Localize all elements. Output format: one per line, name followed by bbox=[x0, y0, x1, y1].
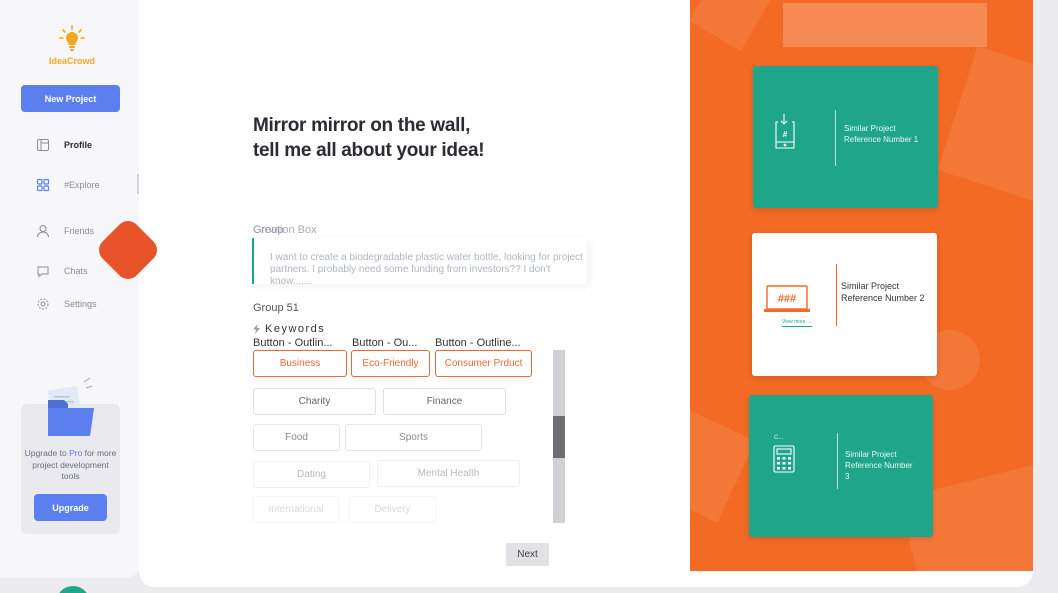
profile-icon bbox=[36, 138, 50, 152]
folder-icon bbox=[47, 378, 94, 436]
view-more-link[interactable]: View more → bbox=[782, 319, 812, 327]
sidebar-item-label: Profile bbox=[64, 140, 93, 150]
card-small-text: C... bbox=[774, 435, 784, 441]
sidebar-item-label: Friends bbox=[64, 226, 95, 236]
gear-icon bbox=[36, 297, 50, 311]
logo-text: IdeaCrowd bbox=[48, 56, 95, 66]
similar-project-card-1[interactable]: # Similar Project Reference Number 1 bbox=[753, 66, 938, 208]
decorative-green-circle bbox=[56, 586, 90, 593]
keyword-chip-delivery[interactable]: Delivery bbox=[349, 496, 436, 523]
idea-textarea[interactable]: I want to create a biodegradable plastic… bbox=[252, 238, 587, 284]
group-label: Group 51 bbox=[253, 302, 299, 314]
button-caption: Button - Ou... bbox=[352, 337, 418, 349]
keyword-chip-international[interactable]: International bbox=[253, 496, 339, 523]
lightbulb-icon bbox=[59, 25, 85, 51]
main-panel: Mirror mirror on the wall, tell me all a… bbox=[139, 0, 1033, 587]
sidebar: IdeaCrowd New Project Profile #Explore F… bbox=[0, 0, 140, 578]
similar-project-card-3[interactable]: C... Similar Project Reference Number 3 bbox=[749, 395, 933, 537]
sidebar-item-label: Chats bbox=[64, 266, 88, 276]
keyword-chip-dating[interactable]: Dating bbox=[253, 461, 370, 488]
sidebar-item-explore[interactable]: #Explore bbox=[36, 178, 100, 192]
grid-icon bbox=[36, 178, 50, 192]
keywords-scrollbar-thumb[interactable] bbox=[553, 416, 565, 458]
panel-top-bar bbox=[783, 3, 987, 47]
card-label: Similar Project Reference Number 3 bbox=[845, 450, 913, 481]
phone-hash-icon: # bbox=[775, 114, 795, 149]
sidebar-item-label: #Explore bbox=[64, 180, 100, 190]
button-caption: Button - Outlin... bbox=[253, 337, 333, 349]
calculator-icon bbox=[773, 445, 795, 473]
sidebar-item-label: Settings bbox=[64, 299, 97, 309]
upgrade-button[interactable]: Upgrade bbox=[34, 494, 107, 521]
keywords-label: Keywords bbox=[253, 323, 325, 335]
background-shape bbox=[937, 46, 1033, 204]
keyword-chip-mental-health[interactable]: Mental Health bbox=[377, 460, 520, 487]
svg-text:#: # bbox=[783, 130, 788, 139]
next-button[interactable]: Next bbox=[506, 543, 549, 566]
keyword-chip-sports[interactable]: Sports bbox=[345, 424, 482, 451]
laptop-hash-icon: ### bbox=[764, 285, 810, 312]
similar-projects-panel: # Similar Project Reference Number 1 ###… bbox=[690, 0, 1033, 571]
chat-icon bbox=[36, 264, 50, 278]
upgrade-text: Upgrade to Pro for more project developm… bbox=[24, 448, 117, 481]
card-divider bbox=[836, 264, 837, 326]
lightning-icon bbox=[253, 324, 260, 334]
keyword-chip-consumer-product[interactable]: Consumer Prduct bbox=[435, 350, 532, 377]
page-title: Mirror mirror on the wall, tell me all a… bbox=[253, 115, 485, 161]
keyword-chip-business[interactable]: Business bbox=[253, 350, 347, 377]
background-shape bbox=[690, 407, 756, 523]
logo[interactable]: IdeaCrowd bbox=[42, 25, 102, 66]
card-label: Similar Project Reference Number 2 bbox=[841, 281, 925, 303]
keyword-chip-eco-friendly[interactable]: Eco-Friendly bbox=[351, 350, 430, 377]
button-caption: Button - Outline... bbox=[435, 337, 521, 349]
keyword-chip-charity[interactable]: Charity bbox=[253, 388, 376, 415]
sidebar-item-settings[interactable]: Settings bbox=[36, 297, 97, 311]
card-divider bbox=[835, 110, 836, 166]
new-project-button[interactable]: New Project bbox=[21, 85, 120, 112]
svg-text:###: ### bbox=[778, 293, 796, 305]
pro-label: Pro bbox=[69, 448, 83, 458]
keyword-chip-food[interactable]: Food bbox=[253, 424, 340, 451]
card-divider bbox=[837, 433, 838, 489]
sidebar-item-chats[interactable]: Chats bbox=[36, 264, 88, 278]
keyword-chip-finance[interactable]: Finance bbox=[383, 388, 506, 415]
similar-project-card-2[interactable]: ### View more → Similar Project Referenc… bbox=[752, 233, 937, 376]
sidebar-item-profile[interactable]: Profile bbox=[36, 138, 92, 152]
background-shape bbox=[690, 0, 771, 51]
sidebar-item-friends[interactable]: Friends bbox=[36, 224, 94, 238]
user-icon bbox=[36, 224, 50, 238]
card-label: Similar Project Reference Number 1 bbox=[844, 124, 919, 144]
